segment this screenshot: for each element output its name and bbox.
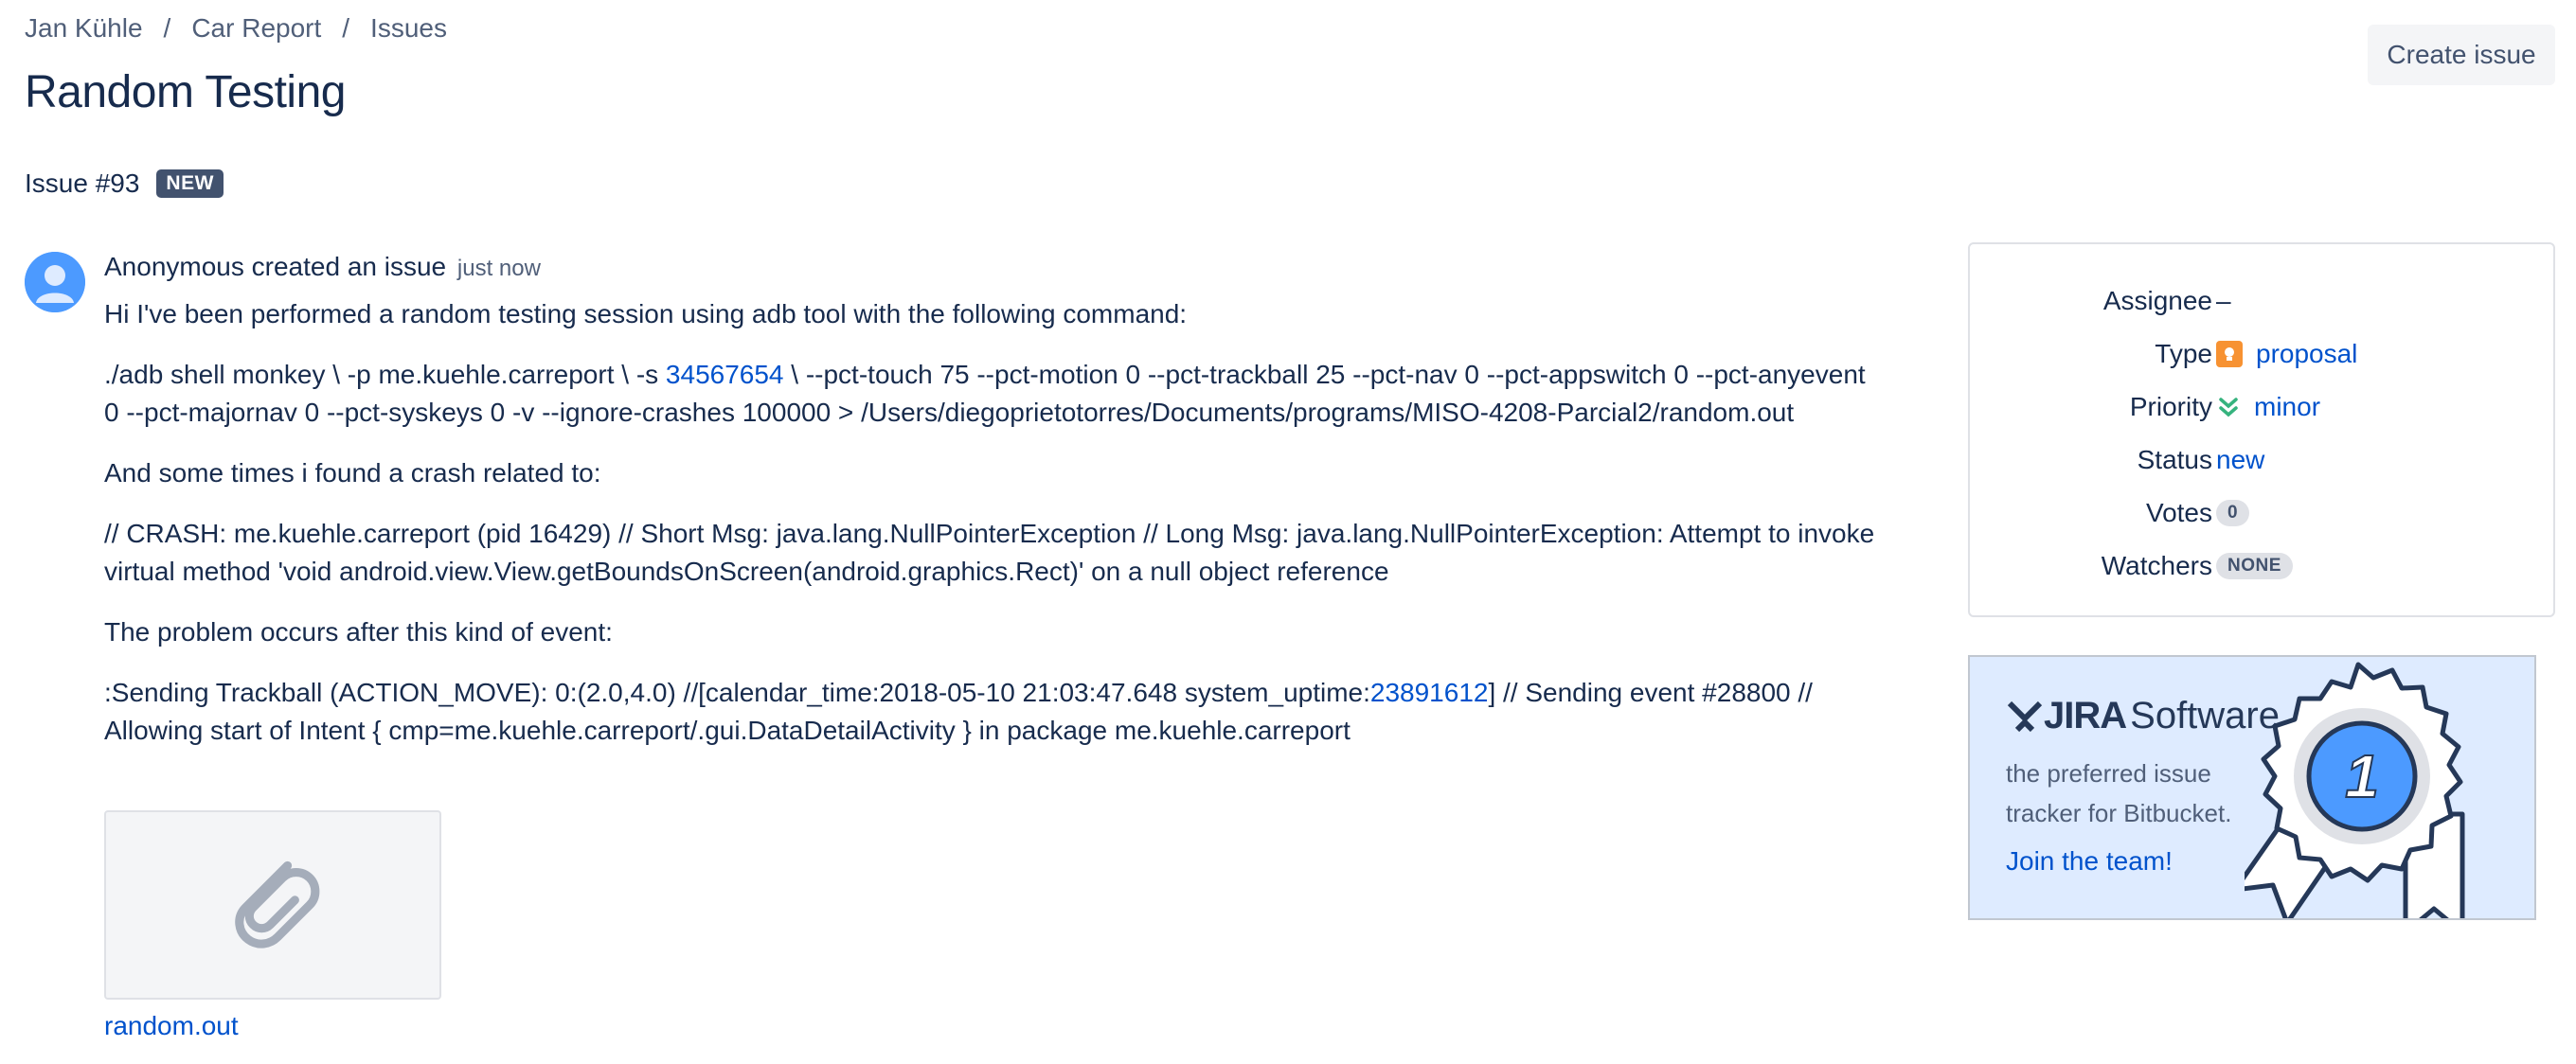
award-badge-icon: 1	[2245, 662, 2465, 918]
breadcrumb-repository[interactable]: Car Report	[191, 13, 321, 44]
jira-logo-icon	[2007, 700, 2043, 732]
double-chevron-down-icon	[2216, 395, 2241, 419]
watchers-count-badge[interactable]: NONE	[2216, 553, 2293, 579]
proposal-icon	[2216, 341, 2243, 367]
type-field: Type proposal	[1970, 329, 2553, 379]
assignee-value: –	[2216, 286, 2231, 315]
issue-description: Anonymous created an issue just now Hi I…	[104, 248, 1885, 772]
badge-digit: 1	[2345, 742, 2379, 810]
promo-text: the preferred issue tracker for Bitbucke…	[2006, 759, 2232, 827]
page-title: Random Testing	[25, 67, 346, 117]
breadcrumb: Jan Kühle / Car Report / Issues	[25, 13, 447, 44]
votes-field: Votes 0	[1970, 488, 2553, 538]
commit-link[interactable]: 34567654	[666, 360, 784, 389]
paperclip-icon	[235, 860, 320, 949]
comment-header: Anonymous created an issue just now	[104, 248, 1885, 288]
status-value-link[interactable]: new	[2216, 445, 2264, 475]
description-paragraph: And some times i found a crash related t…	[104, 454, 1885, 492]
breadcrumb-separator: /	[342, 13, 350, 43]
comment-timestamp: just now	[456, 256, 541, 281]
description-paragraph: ./adb shell monkey \ -p me.kuehle.carrep…	[104, 356, 1885, 432]
votes-count-badge[interactable]: 0	[2216, 500, 2250, 526]
user-avatar-icon	[25, 252, 85, 312]
breadcrumb-user[interactable]: Jan Kühle	[25, 13, 143, 44]
issue-details-panel: Assignee – Type proposal Priority minor …	[1968, 242, 2555, 617]
type-value-link[interactable]: proposal	[2256, 339, 2357, 369]
paragraph-text: :Sending Trackball (ACTION_MOVE): 0:(2.0…	[104, 678, 1370, 707]
join-team-link[interactable]: Join the team!	[2006, 846, 2173, 877]
paragraph-text: And some times i found a crash related t…	[104, 458, 601, 488]
priority-value-wrap: minor	[2216, 392, 2320, 422]
priority-value-link[interactable]: minor	[2254, 392, 2320, 422]
attachment-thumbnail[interactable]	[104, 810, 441, 1000]
type-value-wrap: proposal	[2216, 339, 2357, 369]
attachment-filename-link[interactable]: random.out	[104, 1011, 239, 1041]
field-label: Watchers	[2101, 551, 2212, 580]
field-label: Status	[2137, 445, 2212, 474]
avatar[interactable]	[25, 252, 85, 312]
description-paragraph: // CRASH: me.kuehle.carreport (pid 16429…	[104, 515, 1885, 591]
jira-logo: JIRA Software	[2006, 695, 2280, 737]
paragraph-text: ./adb shell monkey \ -p me.kuehle.carrep…	[104, 360, 666, 389]
breadcrumb-issues[interactable]: Issues	[370, 13, 447, 44]
description-paragraph: :Sending Trackball (ACTION_MOVE): 0:(2.0…	[104, 674, 1885, 750]
description-paragraph: The problem occurs after this kind of ev…	[104, 613, 1885, 651]
create-issue-button[interactable]: Create issue	[2368, 25, 2555, 85]
field-label: Type	[2155, 339, 2212, 368]
paragraph-text: // CRASH: me.kuehle.carreport (pid 16429…	[104, 519, 1875, 586]
field-label: Assignee	[2102, 286, 2212, 315]
paragraph-text: Hi I've been performed a random testing …	[104, 299, 1188, 328]
commit-link[interactable]: 23891612	[1370, 678, 1489, 707]
logo-brand: JIRA	[2044, 695, 2127, 736]
field-label: Votes	[2145, 498, 2212, 527]
paragraph-text: The problem occurs after this kind of ev…	[104, 617, 613, 647]
breadcrumb-separator: /	[163, 13, 171, 43]
comment-action: created an issue	[251, 252, 447, 281]
comment-author: Anonymous	[104, 252, 244, 281]
priority-field: Priority minor	[1970, 382, 2553, 432]
status-field: Status new	[1970, 435, 2553, 485]
jira-promo-banner[interactable]: JIRA Software the preferred issue tracke…	[1968, 655, 2536, 920]
description-paragraph: Hi I've been performed a random testing …	[104, 295, 1885, 333]
assignee-field: Assignee –	[1970, 276, 2553, 326]
issue-header: Issue #93 NEW	[25, 168, 224, 199]
issue-number: Issue #93	[25, 168, 140, 198]
watchers-field: Watchers NONE	[1970, 541, 2553, 591]
status-badge: NEW	[156, 169, 224, 198]
field-label: Priority	[2129, 392, 2212, 421]
